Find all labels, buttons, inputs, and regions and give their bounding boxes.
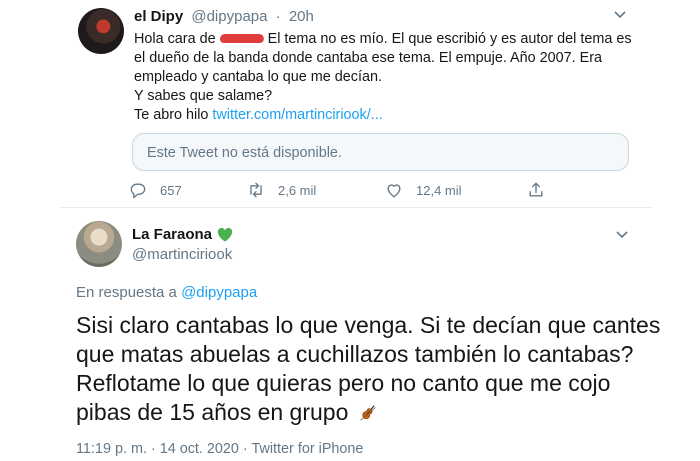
heart-icon	[387, 184, 401, 198]
tweet-timestamp-source[interactable]: 11:19 p. m. · 14 oct. 2020 · Twitter for…	[76, 441, 363, 457]
share-button[interactable]	[526, 180, 558, 200]
reply-context: En respuesta a @dipypapa	[76, 284, 257, 301]
chevron-down-icon[interactable]	[614, 228, 630, 242]
author-name[interactable]: La Faraona	[132, 226, 212, 243]
avatar[interactable]	[78, 8, 124, 54]
author-name-row: La Faraona	[132, 226, 233, 243]
author-name[interactable]: el Dipy	[134, 8, 183, 25]
retweet-count: 2,6 mil	[278, 182, 317, 198]
tweet-text-line: Hola cara de	[134, 31, 216, 47]
violin-icon	[360, 405, 376, 421]
reply-handle-link[interactable]: @dipypapa	[181, 284, 257, 301]
thread-link[interactable]: twitter.com/martinciriook/...	[212, 107, 382, 123]
tweet-text: Hola cara de El tema no es mío. El que e…	[134, 30, 649, 125]
tweet-text-line: El tema no es mío. El que escribió y es …	[263, 31, 632, 47]
tweet-text-line: Y sabes que salame?	[134, 88, 273, 104]
tweet-time[interactable]: 20h	[289, 8, 314, 25]
reply-icon	[130, 183, 146, 199]
tweet-text: Sisi claro cantabas lo que venga. Si te …	[76, 311, 666, 427]
retweet-button[interactable]: 2,6 mil	[246, 180, 316, 200]
like-button[interactable]: 12,4 mil	[384, 180, 462, 200]
divider	[60, 207, 652, 208]
retweet-icon	[250, 182, 262, 198]
author-handle[interactable]: @martinciriook	[132, 246, 232, 263]
tweet-actions: 657 2,6 mil 12,4 mil	[128, 180, 558, 202]
author-handle[interactable]: @dipypapa	[191, 8, 267, 25]
redaction-scribble	[218, 33, 265, 43]
tweet-text-line: Sisi claro cantabas lo que venga. Si te …	[76, 312, 661, 338]
tweet-text-line: pibas de 15 años en grupo	[76, 399, 349, 425]
chevron-down-icon[interactable]	[612, 8, 628, 22]
tweet-text-line: empleado y cantaba lo que me decían.	[134, 69, 383, 85]
share-icon	[529, 182, 543, 197]
tweet-text-line: Te abro hilo	[134, 107, 213, 123]
avatar[interactable]	[76, 221, 122, 267]
reply-button[interactable]: 657	[128, 180, 182, 200]
tweet-text-line: el dueño de la banda donde cantaba ese t…	[134, 50, 603, 66]
like-count: 12,4 mil	[416, 182, 462, 198]
separator: ·	[275, 8, 281, 25]
green-heart-icon	[217, 227, 233, 241]
tweet-text-line: Reflotame lo que quieras pero no canto q…	[76, 370, 611, 396]
reply-count: 657	[160, 182, 182, 198]
tweet-original: el Dipy @dipypapa · 20h Hola cara de El …	[0, 0, 700, 207]
quoted-tweet-unavailable[interactable]: Este Tweet no está disponible.	[132, 133, 629, 171]
reply-prefix: En respuesta a	[76, 284, 182, 301]
tweet-text-line: que matas abuelas a cuchillazos también …	[76, 341, 634, 367]
tweet-header: el Dipy @dipypapa · 20h	[134, 8, 314, 25]
